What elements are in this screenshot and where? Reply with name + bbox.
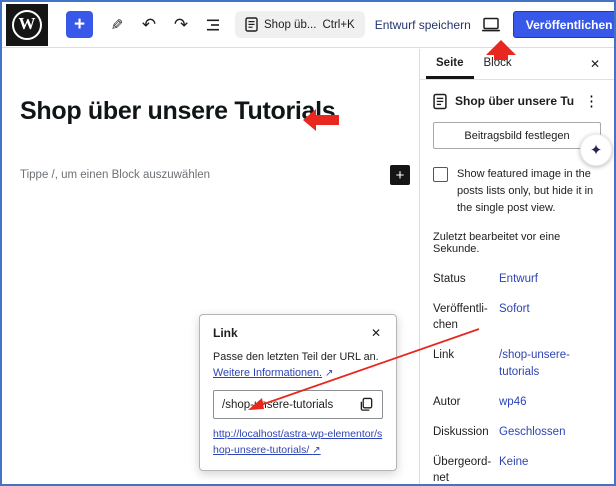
row-discussion: Diskussion Geschlossen [433,416,601,446]
slug-input[interactable] [222,398,353,411]
wordpress-logo-icon[interactable]: W [6,3,48,46]
popover-title: Link [213,326,238,340]
save-draft-button[interactable]: Entwurf speichern [375,18,471,32]
last-edited-text: Zuletzt bearbeitet vor eine Sekunde. [433,231,561,256]
laptop-glyph [481,17,500,31]
preview-device-icon[interactable] [478,12,504,38]
wordpress-editor-window: W + ✎ ↶ ↷ Shop üb... Ctrl+K Entwurf spei… [0,0,616,486]
more-information-link[interactable]: Weitere Informationen. [213,367,322,379]
popover-description-text: Passe den letzten Teil der URL an. [213,351,379,363]
sidebar-tab-bar: Seite Block ✕ [420,49,614,80]
command-palette-document-title: Shop üb... [264,18,317,31]
copy-glyph [360,398,373,412]
page-summary-rows: Status Entwurf Veröffentli-chen Sofort L… [433,263,601,484]
row-author: Autor wp46 [433,386,601,416]
popover-header: Link ✕ [213,326,383,340]
sidebar-document-title: Shop über unsere Tutorials [455,94,574,108]
author-value[interactable]: wp46 [499,394,527,410]
list-view-glyph [207,19,219,30]
document-icon [433,93,447,109]
editor-top-toolbar: W + ✎ ↶ ↷ Shop üb... Ctrl+K Entwurf spei… [2,2,614,48]
sparkle-icon: ✦ [589,142,603,159]
row-label: Veröffentli-chen [433,303,488,332]
link-slug-value[interactable]: /shop-unsere-tutorials [499,347,601,379]
row-parent: Übergeord-net Keine [433,446,601,484]
set-featured-image-button[interactable]: Beitragsbild festlegen [433,122,601,149]
row-label: Diskussion [433,425,489,438]
tab-block[interactable]: Block [474,49,522,79]
copy-icon[interactable] [357,395,376,414]
featured-image-checkbox[interactable] [433,167,448,182]
block-inserter-button[interactable]: + [390,165,410,185]
permalink-url: http://localhost/astra-wp-elementor/shop… [213,428,383,457]
sparkle-assistant-button[interactable]: ✦ [580,134,612,166]
publish-date-value[interactable]: Sofort [499,301,530,317]
slug-field-wrapper [213,390,383,420]
external-link-icon: ↗ [325,368,334,380]
popover-description: Passe den letzten Teil der URL an. Weite… [213,349,383,381]
parent-value[interactable]: Keine [499,454,528,470]
document-icon [245,17,258,32]
tab-page[interactable]: Seite [426,49,474,79]
row-link: Link /shop-unsere-tutorials [433,339,601,385]
document-actions-kebab-icon[interactable]: ⋮ [582,92,601,110]
post-title[interactable]: Shop über unsere Tutorials [20,97,336,126]
permalink-preview-link[interactable]: http://localhost/astra-wp-elementor/shop… [213,427,383,459]
row-label: Autor [433,395,461,408]
redo-icon[interactable]: ↷ [168,12,194,38]
row-label: Link [433,349,455,362]
featured-image-checkbox-label[interactable]: Show featured image in the posts lists o… [457,166,601,217]
row-label: Übergeord-net [433,455,492,484]
discussion-value[interactable]: Geschlossen [499,424,565,440]
block-placeholder-text[interactable]: Tippe /, um einen Block auszuwählen [20,169,390,181]
row-label: Status [433,273,466,286]
block-inserter-toggle-button[interactable]: + [66,11,93,38]
wordpress-w-glyph: W [12,9,42,40]
undo-icon[interactable]: ↶ [136,12,162,38]
featured-image-option-row: Show featured image in the posts lists o… [433,166,601,217]
empty-block-row[interactable]: Tippe /, um einen Block auszuwählen + [20,164,410,186]
status-value[interactable]: Entwurf [499,271,538,287]
publish-button[interactable]: Veröffentlichen [512,11,614,38]
command-palette-shortcut: Ctrl+K [322,18,355,31]
external-link-icon: ↗ [312,445,321,457]
link-popover: Link ✕ Passe den letzten Teil der URL an… [199,314,397,471]
document-summary-row: Shop über unsere Tutorials ⋮ [433,92,601,110]
edit-mode-pencil-icon[interactable]: ✎ [104,12,130,38]
row-status: Status Entwurf [433,263,601,293]
popover-close-icon[interactable]: ✕ [369,326,383,340]
list-view-icon[interactable] [200,12,226,38]
settings-sidebar: Seite Block ✕ Shop über unsere Tutorials… [419,49,614,484]
command-palette-button[interactable]: Shop üb... Ctrl+K [235,11,365,38]
row-publish: Veröffentli-chen Sofort [433,293,601,339]
sidebar-close-icon[interactable]: ✕ [582,49,608,79]
